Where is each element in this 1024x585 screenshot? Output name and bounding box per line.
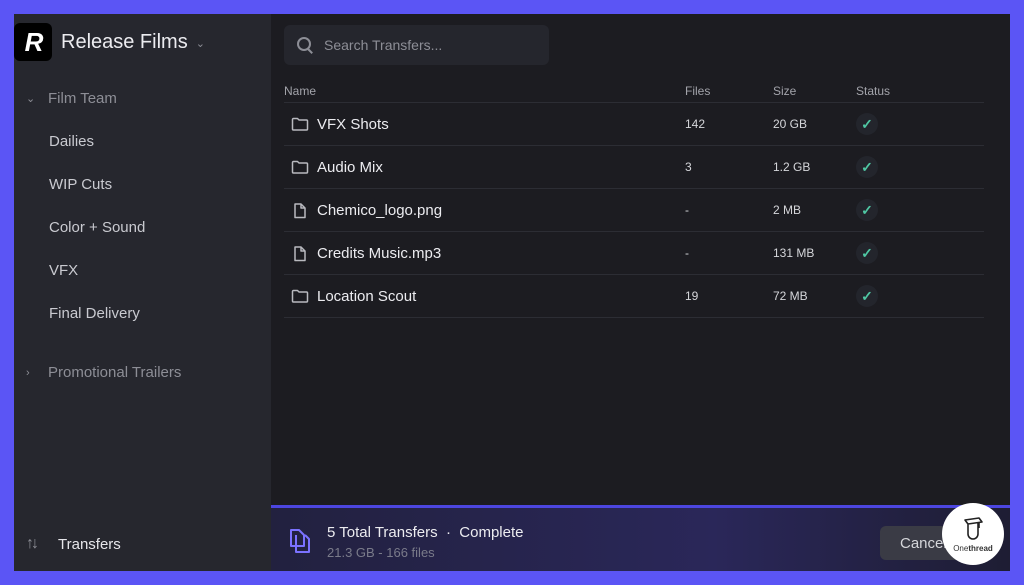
workspace-switcher[interactable]: R Release Films ⌄ — [14, 23, 205, 61]
check-icon: ✓ — [856, 242, 878, 264]
watermark-text: Onethread — [953, 543, 993, 553]
cell-name: VFX Shots — [284, 116, 685, 133]
file-icon — [291, 203, 309, 219]
check-icon: ✓ — [856, 156, 878, 178]
workspace-name: Release Films — [61, 30, 188, 53]
search-box — [284, 25, 549, 65]
sidebar-item-dailies[interactable]: Dailies — [49, 133, 94, 150]
cell-status: ✓ — [856, 156, 984, 178]
check-icon: ✓ — [856, 285, 878, 307]
item-name: Location Scout — [317, 287, 417, 305]
cell-files: - — [685, 203, 689, 217]
search-icon — [296, 36, 314, 54]
table-body: VFX Shots 142 20 GB ✓ Audio Mix 3 1.2 GB ✓ Chemi… — [284, 102, 984, 318]
table-header: Name Files Size Status — [284, 80, 984, 102]
transfer-summary-bar: 5 Total Transfers · Complete 21.3 GB - 1… — [271, 505, 1010, 571]
cell-name: Credits Music.mp3 — [284, 245, 685, 262]
table-row[interactable]: Credits Music.mp3 - 131 MB ✓ — [284, 232, 984, 275]
column-header-status[interactable]: Status — [856, 84, 984, 98]
chevron-down-icon: ⌄ — [26, 93, 36, 105]
folder-icon — [291, 289, 309, 303]
folder-icon — [291, 117, 309, 131]
file-icon — [291, 246, 309, 262]
item-name: VFX Shots — [317, 115, 389, 133]
app-window: R Release Films ⌄ ⌄ Film Team Dailies WI… — [14, 14, 1010, 571]
table-row[interactable]: Chemico_logo.png - 2 MB ✓ — [284, 189, 984, 232]
cell-files: - — [685, 246, 689, 260]
search-input[interactable] — [322, 36, 526, 54]
cell-size: 1.2 GB — [773, 160, 811, 174]
sidebar-group-film-team[interactable]: ⌄ Film Team — [26, 90, 117, 107]
sidebar-item-transfers[interactable]: ↑↓ Transfers — [26, 535, 121, 553]
cell-status: ✓ — [856, 199, 984, 221]
item-name: Audio Mix — [317, 158, 383, 176]
cell-status: ✓ — [856, 285, 984, 307]
cell-name: Location Scout — [284, 288, 685, 305]
onethread-watermark: Onethread — [942, 503, 1004, 565]
sidebar: R Release Films ⌄ ⌄ Film Team Dailies WI… — [14, 14, 271, 571]
chevron-down-icon: ⌄ — [195, 38, 205, 50]
onethread-logo-icon — [964, 516, 983, 540]
cell-size: 131 MB — [773, 246, 815, 260]
sidebar-item-vfx[interactable]: VFX — [49, 262, 78, 279]
main-panel: Name Files Size Status VFX Shots 142 20 GB… — [271, 14, 1010, 571]
sidebar-item-final-delivery[interactable]: Final Delivery — [49, 305, 140, 322]
table-row[interactable]: Location Scout 19 72 MB ✓ — [284, 275, 984, 318]
check-icon: ✓ — [856, 199, 878, 221]
cell-files: 19 — [685, 289, 699, 303]
table-row[interactable]: VFX Shots 142 20 GB ✓ — [284, 102, 984, 146]
sidebar-item-label: Transfers — [58, 535, 121, 553]
workspace-logo: R — [14, 23, 52, 61]
cell-size: 72 MB — [773, 289, 808, 303]
files-icon — [290, 529, 310, 553]
transfers-table: Name Files Size Status VFX Shots 142 20 GB… — [284, 80, 984, 318]
item-name: Chemico_logo.png — [317, 201, 443, 219]
cell-size: 2 MB — [773, 203, 802, 217]
column-header-name[interactable]: Name — [284, 84, 685, 98]
transfer-summary-title: 5 Total Transfers · Complete — [327, 524, 524, 541]
cell-name: Audio Mix — [284, 159, 685, 176]
cell-files: 142 — [685, 117, 706, 131]
column-header-files[interactable]: Files — [685, 84, 773, 98]
chevron-right-icon: › — [26, 366, 30, 379]
transfer-summary-subtitle: 21.3 GB - 166 files — [327, 545, 435, 560]
column-header-size[interactable]: Size — [773, 84, 856, 98]
cell-size: 20 GB — [773, 117, 808, 131]
item-name: Credits Music.mp3 — [317, 244, 442, 262]
table-row[interactable]: Audio Mix 3 1.2 GB ✓ — [284, 146, 984, 189]
sidebar-item-color-sound[interactable]: Color + Sound — [49, 219, 145, 236]
sidebar-group-label: Film Team — [48, 90, 117, 107]
cell-files: 3 — [685, 160, 692, 174]
sidebar-item-wip-cuts[interactable]: WIP Cuts — [49, 176, 112, 193]
cell-status: ✓ — [856, 242, 984, 264]
sidebar-group-label: Promotional Trailers — [48, 364, 182, 381]
folder-icon — [291, 160, 309, 174]
cell-name: Chemico_logo.png — [284, 202, 685, 219]
sidebar-group-promotional-trailers[interactable]: › Promotional Trailers — [26, 364, 181, 381]
arrows-up-down-icon: ↑↓ — [26, 535, 39, 552]
cell-status: ✓ — [856, 113, 984, 135]
check-icon: ✓ — [856, 113, 878, 135]
